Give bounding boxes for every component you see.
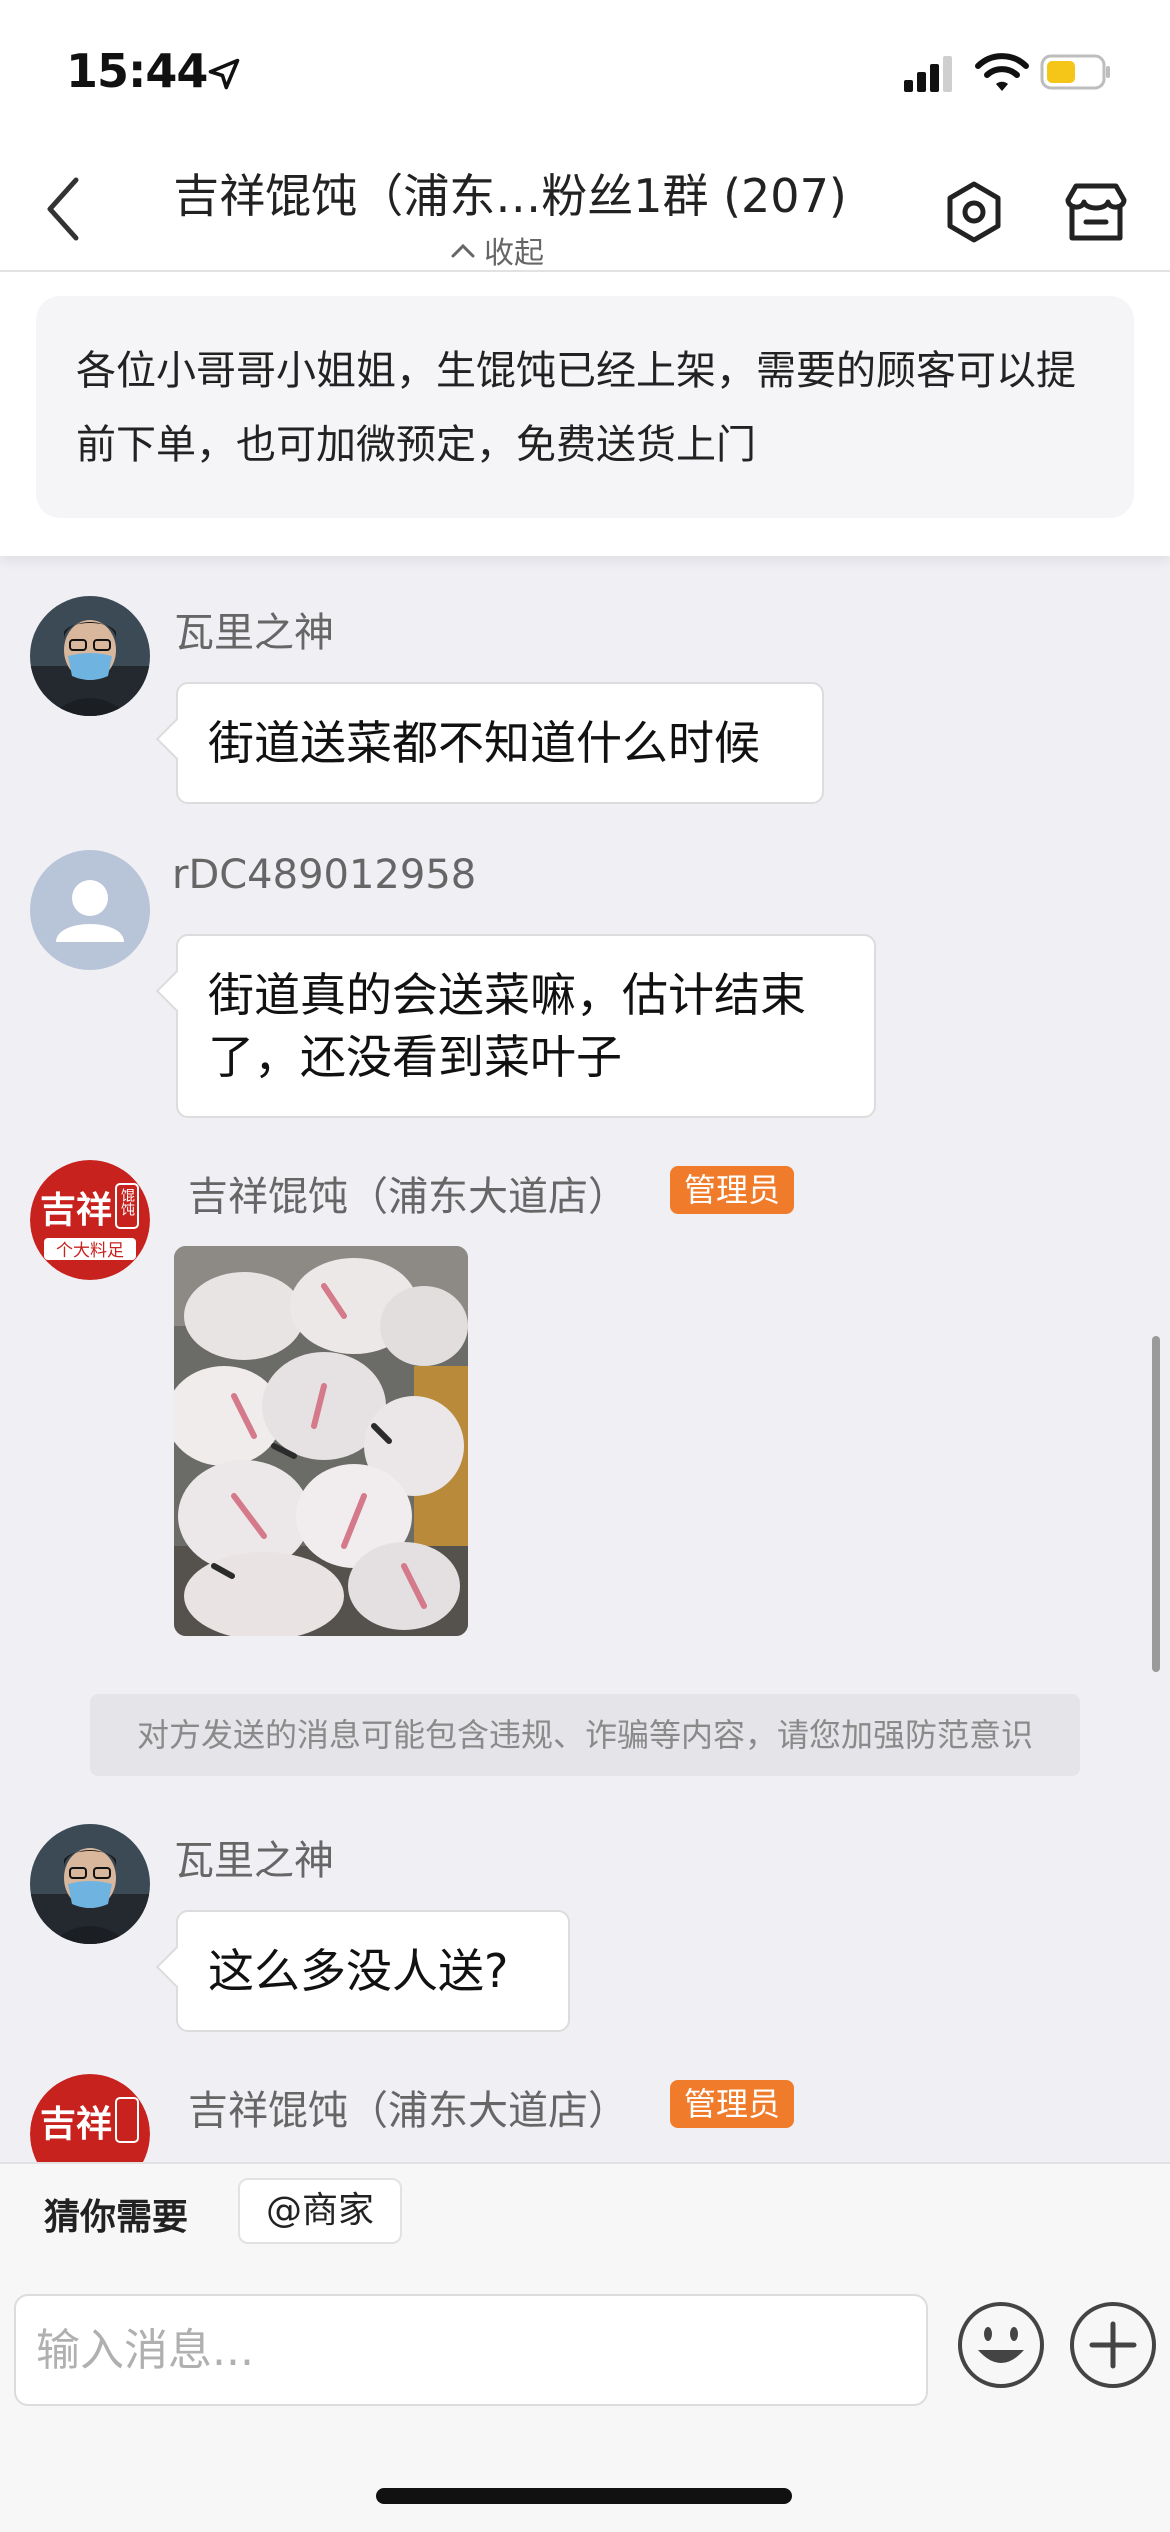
- input-area: 猜你需要 @商家: [0, 2162, 1170, 2532]
- sender-name: 瓦里之神: [174, 610, 334, 656]
- shop-logo-avatar[interactable]: 吉祥: [30, 2074, 150, 2162]
- sender-name: 吉祥馄饨（浦东大道店）: [188, 2088, 628, 2134]
- status-time: 15:44: [66, 44, 208, 98]
- location-arrow-icon: [208, 58, 240, 90]
- avatar[interactable]: [30, 850, 150, 970]
- logo-brand-text: 吉祥: [40, 1190, 112, 1231]
- back-chevron-icon[interactable]: [40, 174, 90, 244]
- safety-warning: 对方发送的消息可能包含违规、诈骗等内容，请您加强防范意识: [90, 1694, 1080, 1776]
- message-bubble[interactable]: 街道真的会送菜嘛，估计结束了，还没看到菜叶子: [176, 934, 876, 1118]
- home-indicator[interactable]: [376, 2488, 792, 2504]
- wifi-icon: [975, 53, 1029, 91]
- avatar[interactable]: [30, 596, 150, 716]
- admin-badge: 管理员: [670, 2080, 795, 2128]
- top-header: 15:44 吉祥馄饨（浦东…粉丝1群 (207) 收起 各位小哥哥小姐姐，生馄饨…: [0, 0, 1170, 556]
- cellular-signal-icon: [904, 56, 952, 92]
- suggestion-label: 猜你需要: [44, 2197, 189, 2238]
- logo-brand-text: 吉祥: [40, 2104, 112, 2145]
- shop-logo-avatar[interactable]: 吉祥 馄饨 个大料足: [30, 1160, 150, 1280]
- message-bubble[interactable]: 街道送菜都不知道什么时候: [176, 682, 824, 804]
- message-photo[interactable]: [174, 1246, 468, 1636]
- logo-tag-text: 个大料足: [56, 1241, 124, 1261]
- scrollbar-thumb[interactable]: [1152, 1336, 1160, 1672]
- mention-merchant-chip[interactable]: @商家: [238, 2178, 403, 2244]
- collapse-toggle[interactable]: 收起: [450, 228, 544, 272]
- chevron-up-icon: [451, 243, 475, 258]
- status-bar: 15:44: [0, 0, 1170, 140]
- sender-name: rDC489012958: [172, 852, 477, 898]
- sender-name: 瓦里之神: [174, 1838, 334, 1884]
- avatar[interactable]: [30, 1824, 150, 1944]
- admin-badge: 管理员: [670, 1166, 795, 1214]
- battery-icon: [1040, 54, 1110, 90]
- group-notice[interactable]: 各位小哥哥小姐姐，生馄饨已经上架，需要的顾客可以提前下单，也可加微预定，免费送货…: [36, 296, 1134, 518]
- message-bubble[interactable]: 这么多没人送?: [176, 1910, 570, 2032]
- store-icon[interactable]: [1062, 180, 1130, 244]
- message-input[interactable]: [14, 2294, 928, 2406]
- sender-name: 吉祥馄饨（浦东大道店）: [188, 1174, 628, 1220]
- nav-bar: 吉祥馄饨（浦东…粉丝1群 (207) 收起: [0, 140, 1170, 272]
- message-item: 吉祥 吉祥馄饨（浦东大道店） 管理员: [0, 2074, 1170, 2162]
- plus-icon[interactable]: [1068, 2300, 1158, 2390]
- logo-side-text: 馄饨: [119, 1188, 135, 1216]
- emoji-icon[interactable]: [956, 2300, 1046, 2390]
- chat-title[interactable]: 吉祥馄饨（浦东…粉丝1群 (207): [160, 160, 860, 226]
- settings-icon[interactable]: [942, 180, 1006, 244]
- collapse-label: 收起: [484, 236, 544, 271]
